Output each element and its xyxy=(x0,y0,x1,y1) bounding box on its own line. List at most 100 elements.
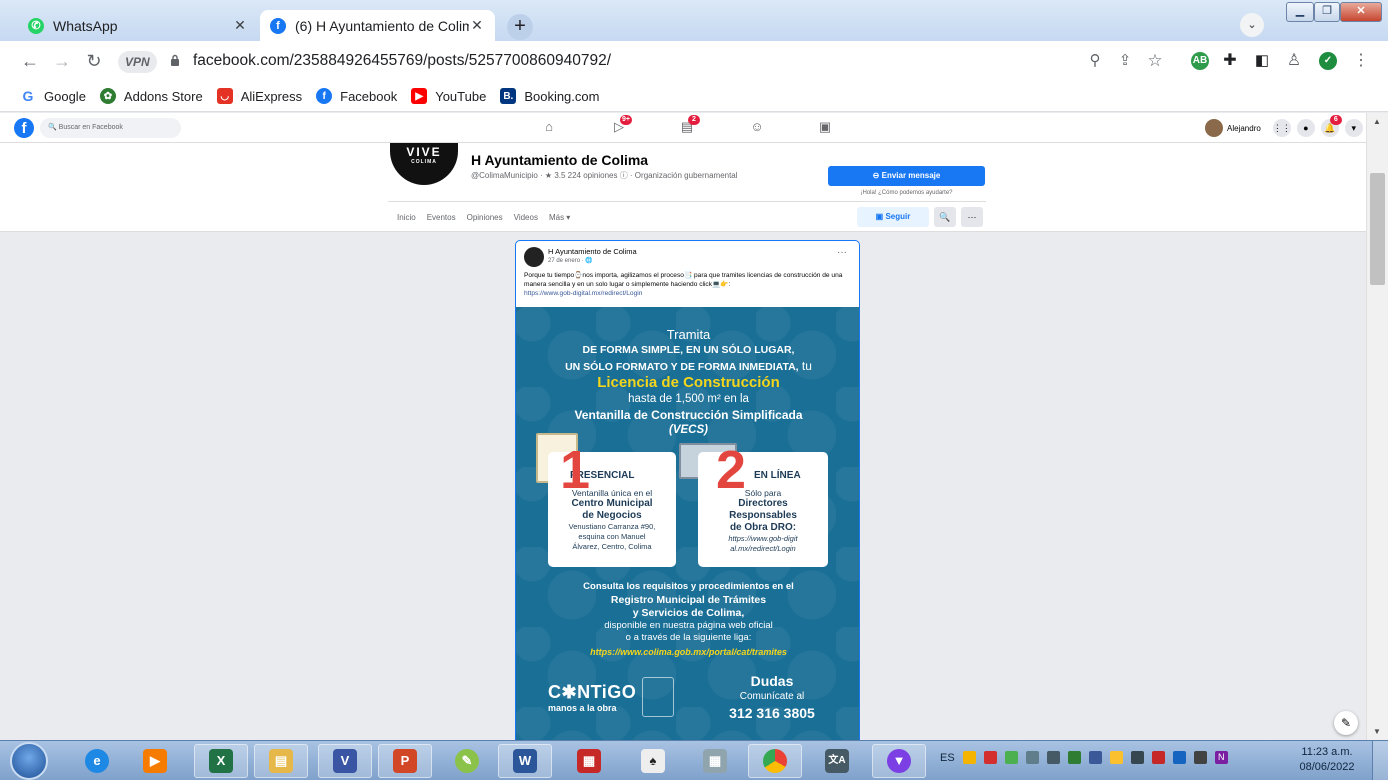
tab-eventos[interactable]: Eventos xyxy=(427,213,456,222)
tray-app-icon[interactable] xyxy=(1130,751,1144,764)
acrobat-icon[interactable] xyxy=(983,751,997,764)
account-chevron-icon[interactable]: ▾ xyxy=(1344,119,1363,137)
bookmark-facebook[interactable]: f Facebook xyxy=(316,88,397,104)
tray-app-icon[interactable] xyxy=(1025,751,1039,764)
scrollbar-thumb[interactable] xyxy=(1370,173,1385,285)
vpn-badge[interactable]: VPN xyxy=(118,51,157,73)
translator-icon[interactable]: 文A xyxy=(810,744,864,778)
network-icon[interactable] xyxy=(1088,751,1102,764)
tray-app-icon[interactable] xyxy=(1109,751,1123,764)
tab-title: (6) H Ayuntamiento de Colima - xyxy=(295,17,469,34)
visio-icon[interactable]: V xyxy=(318,744,372,778)
facebook-search-input[interactable]: 🔍 Buscar en Facebook xyxy=(40,118,181,138)
tab-more[interactable]: Más ▾ xyxy=(549,213,570,222)
page-title[interactable]: H Ayuntamiento de Colima xyxy=(471,152,648,168)
scroll-up-icon[interactable]: ▲ xyxy=(1373,117,1381,126)
internet-explorer-icon[interactable]: e xyxy=(70,744,124,778)
maximize-button[interactable]: ❐ xyxy=(1314,2,1340,22)
option-title: EN LÍNEA xyxy=(754,470,801,481)
bookmark-addons-store[interactable]: ✿ Addons Store xyxy=(99,88,203,104)
notifications-icon[interactable]: 🔔 6 xyxy=(1320,115,1342,137)
back-icon[interactable]: ← xyxy=(18,49,42,73)
post-author-avatar[interactable] xyxy=(524,247,544,267)
edit-icon[interactable]: ✎ xyxy=(1334,711,1358,735)
post-author[interactable]: H Ayuntamiento de Colima xyxy=(548,247,637,256)
profile-icon[interactable]: ♙ xyxy=(1282,49,1306,73)
word-icon[interactable]: W xyxy=(498,744,552,778)
facebook-logo-icon[interactable]: f xyxy=(14,118,34,138)
taskbar-clock[interactable]: 11:23 a.m. 08/06/2022 xyxy=(1292,745,1362,775)
adblock-extension-icon[interactable]: AB xyxy=(1191,52,1209,70)
show-desktop-button[interactable] xyxy=(1372,741,1388,780)
post-more-button[interactable]: ··· xyxy=(837,247,847,258)
share-icon[interactable]: ⇪ xyxy=(1113,49,1137,73)
page-search-button[interactable]: 🔍 xyxy=(934,207,956,227)
reload-icon[interactable]: ↻ xyxy=(82,49,106,73)
onenote-icon[interactable]: N xyxy=(1214,751,1228,764)
scroll-down-icon[interactable]: ▼ xyxy=(1373,727,1381,736)
user-name[interactable]: Alejandro xyxy=(1227,124,1261,133)
warning-icon[interactable] xyxy=(962,751,976,764)
tray-app-icon[interactable] xyxy=(1172,751,1186,764)
send-message-button[interactable]: ⊖ Enviar mensaje xyxy=(828,166,985,186)
windows-start-icon[interactable] xyxy=(10,742,48,780)
solitaire-icon[interactable]: ♠ xyxy=(626,744,680,778)
paint-icon[interactable]: ✎ xyxy=(440,744,494,778)
bookmark-aliexpress[interactable]: ◡ AliExpress xyxy=(216,88,302,104)
bookmark-google[interactable]: G Google xyxy=(20,88,86,104)
excel-icon[interactable]: X xyxy=(194,744,248,778)
menu-icon[interactable]: ⋮ xyxy=(1349,49,1373,73)
bookmark-youtube[interactable]: ▶ YouTube xyxy=(411,88,486,104)
forward-icon[interactable]: → xyxy=(50,49,74,73)
close-icon[interactable]: ✕ xyxy=(469,17,485,34)
side-panel-icon[interactable]: ◧ xyxy=(1250,49,1274,73)
tab-search-icon[interactable]: ⌄ xyxy=(1240,13,1264,37)
post-link[interactable]: https://www.gob-digital.mx/redirect/Logi… xyxy=(524,290,642,297)
media-player-icon[interactable]: ▶ xyxy=(128,744,182,778)
bookmark-star-icon[interactable]: ☆ xyxy=(1143,49,1167,73)
marketplace-icon[interactable]: ▤ 2 xyxy=(678,115,700,137)
tab-facebook[interactable]: f (6) H Ayuntamiento de Colima - ✕ xyxy=(260,10,495,41)
new-tab-button[interactable]: + xyxy=(507,14,533,40)
post-image[interactable]: Tramita DE FORMA SIMPLE, EN UN SÓLO LUGA… xyxy=(516,307,859,759)
tray-app-icon[interactable] xyxy=(1151,751,1165,764)
follow-button[interactable]: ▣ Seguir xyxy=(857,207,929,227)
google-icon: G xyxy=(20,88,36,104)
notification-badge: 9+ xyxy=(620,115,632,125)
volume-icon[interactable] xyxy=(1046,751,1060,764)
tab-videos[interactable]: Videos xyxy=(514,213,538,222)
page-avatar[interactable]: VIVE COLIMA xyxy=(390,143,458,185)
zoom-icon[interactable]: ⚲ xyxy=(1083,49,1107,73)
powerpoint-icon[interactable]: P xyxy=(378,744,432,778)
bookmark-booking[interactable]: B. Booking.com xyxy=(500,88,599,104)
calendar-app-icon[interactable]: ▦ xyxy=(562,744,616,778)
tab-inicio[interactable]: Inicio xyxy=(397,213,416,222)
signal-icon[interactable] xyxy=(1193,751,1207,764)
tab-opiniones[interactable]: Opiniones xyxy=(467,213,503,222)
shield-icon[interactable]: ✓ xyxy=(1319,52,1337,70)
extensions-puzzle-icon[interactable]: ✚ xyxy=(1218,49,1242,73)
page-more-button[interactable]: ··· xyxy=(961,207,983,227)
file-explorer-icon[interactable]: ▤ xyxy=(254,744,308,778)
page-scrollbar[interactable]: ▲ ▼ xyxy=(1366,113,1388,740)
lock-icon[interactable] xyxy=(170,54,180,66)
minimize-button[interactable]: ▁ xyxy=(1286,2,1314,22)
tab-whatsapp[interactable]: ✆ WhatsApp ✕ xyxy=(18,10,258,41)
tray-app-icon[interactable] xyxy=(1004,751,1018,764)
close-window-button[interactable]: ✕ xyxy=(1340,2,1382,22)
language-indicator[interactable]: ES xyxy=(940,752,955,764)
brave-icon[interactable]: ▼ xyxy=(872,744,926,778)
address-bar[interactable]: facebook.com/235884926455769/posts/52577… xyxy=(193,52,611,70)
groups-icon[interactable]: ☺ xyxy=(748,119,766,137)
home-icon[interactable]: ⌂ xyxy=(540,119,558,137)
tray-app-icon[interactable] xyxy=(1067,751,1081,764)
chrome-icon[interactable] xyxy=(748,744,802,778)
close-icon[interactable]: ✕ xyxy=(232,17,248,34)
menu-grid-icon[interactable]: ⋮⋮ xyxy=(1272,119,1291,137)
messenger-icon[interactable]: ● xyxy=(1296,119,1315,137)
post-date[interactable]: 27 de enero · 🌐 xyxy=(548,257,593,264)
watch-icon[interactable]: ▷ 9+ xyxy=(610,115,632,137)
gaming-icon[interactable]: ▣ xyxy=(816,119,834,137)
avatar[interactable] xyxy=(1205,119,1223,137)
calculator-icon[interactable]: ▦ xyxy=(688,744,742,778)
